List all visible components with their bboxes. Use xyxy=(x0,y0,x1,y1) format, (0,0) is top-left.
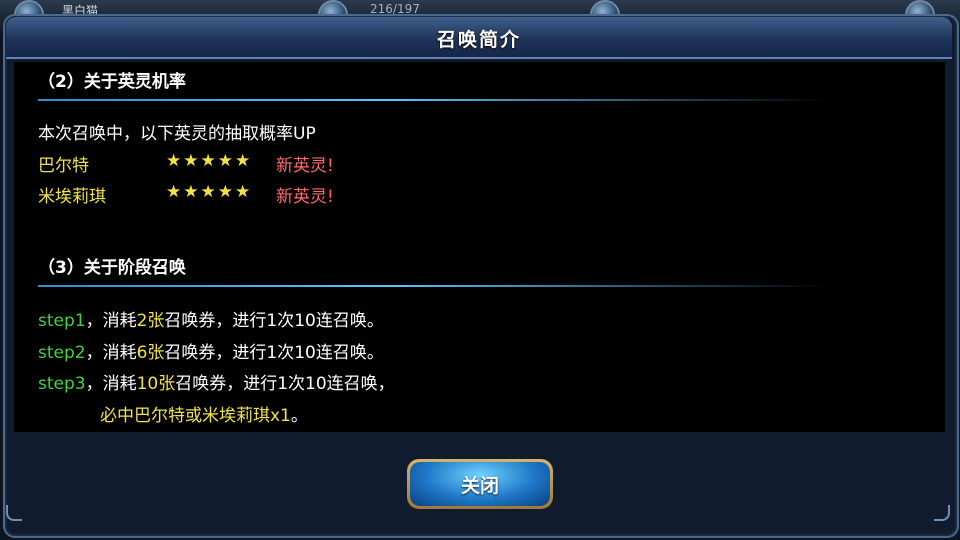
dialog-content[interactable]: （2）关于英灵机率 本次召唤中，以下英灵的抽取概率UP 巴尔特 ★★★★★ 新英… xyxy=(14,62,945,432)
dialog-title: 召唤简介 xyxy=(436,29,521,51)
frame-corner-ornament xyxy=(6,505,22,521)
close-button-label[interactable]: 关闭 xyxy=(410,462,550,506)
section-divider xyxy=(38,99,828,101)
hero-rarity-stars: ★★★★★ xyxy=(166,151,253,171)
step-row: step1，消耗2张召唤券，进行1次10连召唤。 xyxy=(38,306,384,331)
rate-up-hero-row: 米埃莉琪 ★★★★★ 新英灵! xyxy=(38,182,438,207)
hero-name: 米埃莉琪 xyxy=(38,187,106,207)
section-divider xyxy=(38,285,828,287)
step-label: step3 xyxy=(38,374,86,394)
step-row: step3，消耗10张召唤券，进行1次10连召唤， xyxy=(38,369,395,394)
rate-up-intro: 本次召唤中，以下英灵的抽取概率UP xyxy=(38,124,316,144)
step-text: ，消耗 xyxy=(85,343,137,363)
step-text: 召唤券，进行1次10连召唤。 xyxy=(164,343,384,363)
step-text: 召唤券，进行1次10连召唤， xyxy=(175,374,395,394)
section-hero-rate-title: （2）关于英灵机率 xyxy=(38,72,186,92)
step-row: step2，消耗6张召唤券，进行1次10连召唤。 xyxy=(38,338,384,363)
section-step-summon-title: （3）关于阶段召唤 xyxy=(38,258,186,278)
hero-name: 巴尔特 xyxy=(38,156,89,176)
step-text: 召唤券，进行1次10连召唤。 xyxy=(164,311,384,331)
close-button[interactable]: 关闭 xyxy=(407,459,553,509)
step-text: ，消耗 xyxy=(85,374,137,394)
hero-rarity-stars: ★★★★★ xyxy=(166,182,253,202)
step-label: step2 xyxy=(38,343,86,363)
new-hero-badge: 新英灵! xyxy=(276,187,334,207)
frame-corner-ornament xyxy=(934,505,950,521)
guarantee-text: 必中巴尔特或米埃莉琪x1 xyxy=(100,406,291,426)
step3-guarantee: 必中巴尔特或米埃莉琪x1。 xyxy=(100,401,308,426)
dialog-header: 召唤简介 xyxy=(6,17,952,59)
rate-up-hero-row: 巴尔特 ★★★★★ 新英灵! xyxy=(38,151,438,176)
step-label: step1 xyxy=(38,311,86,331)
step-ticket-count: 6张 xyxy=(136,343,165,363)
step-ticket-count: 2张 xyxy=(136,311,165,331)
guarantee-end: 。 xyxy=(290,406,308,426)
new-hero-badge: 新英灵! xyxy=(276,156,334,176)
step-text: ，消耗 xyxy=(85,311,137,331)
step-ticket-count: 10张 xyxy=(136,374,176,394)
